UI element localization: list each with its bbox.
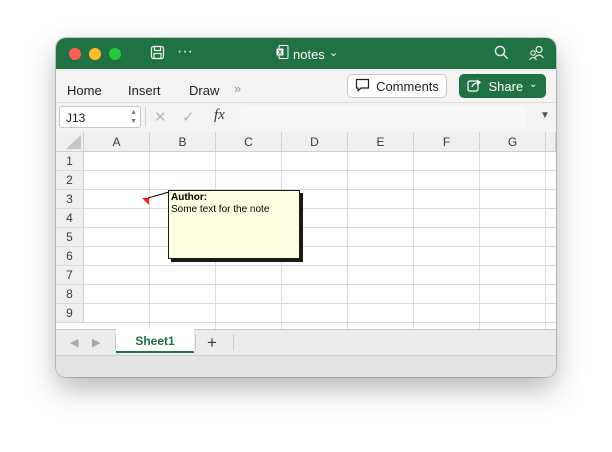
comments-button-label: Comments [376, 78, 439, 94]
status-bar [56, 355, 556, 377]
formula-input[interactable] [240, 106, 526, 128]
sheet-tab-sheet1[interactable]: Sheet1 [116, 329, 194, 353]
comments-button[interactable]: Comments [347, 74, 447, 98]
save-icon[interactable] [150, 45, 165, 63]
note-popup[interactable]: Author: Some text for the note [168, 190, 300, 259]
more-tabs-chevron-icon[interactable]: » [234, 81, 241, 96]
more-icon[interactable]: ··· [177, 44, 193, 60]
spreadsheet-grid[interactable]: ABCDEFG123456789 Author: Some text for t… [56, 132, 556, 329]
note-connector-line [147, 191, 170, 199]
add-sheet-icon[interactable]: + [207, 333, 217, 353]
tab-home[interactable]: Home [67, 83, 102, 98]
name-box-stepper-icon[interactable]: ▲ ▼ [130, 108, 137, 126]
excel-file-icon: X [276, 44, 289, 64]
title-bar: ··· X notes ⌄ [56, 38, 556, 69]
comment-icon [355, 78, 370, 95]
zoom-window-button[interactable] [109, 48, 121, 60]
chevron-down-icon: ⌄ [529, 78, 538, 90]
checkmark-icon[interactable]: ✓ [182, 108, 195, 126]
divider [145, 107, 146, 127]
note-author: Author: [171, 192, 208, 203]
share-icon [467, 78, 482, 95]
document-title[interactable]: X notes ⌄ [276, 44, 339, 64]
previous-sheet-icon[interactable]: ◀ [70, 336, 78, 349]
search-icon[interactable] [494, 45, 509, 63]
share-button[interactable]: Share ⌄ [459, 74, 546, 98]
tab-draw[interactable]: Draw [189, 83, 219, 98]
divider [233, 334, 234, 351]
name-box-value: J13 [66, 111, 86, 125]
name-box[interactable]: J13 ▲ ▼ [59, 106, 141, 128]
divider [195, 334, 196, 351]
note-text: Some text for the note [171, 204, 270, 215]
people-icon[interactable] [528, 45, 545, 64]
tab-insert[interactable]: Insert [128, 83, 161, 98]
excel-window: ··· X notes ⌄ Home Insert Draw » Comment… [56, 38, 556, 377]
cancel-icon[interactable]: ✕ [154, 108, 167, 126]
function-icon[interactable]: fx [214, 107, 225, 124]
svg-text:X: X [278, 50, 282, 56]
minimize-window-button[interactable] [89, 48, 101, 60]
chevron-down-icon: ⌄ [328, 46, 339, 59]
document-title-text: notes [293, 46, 325, 62]
formula-bar: J13 ▲ ▼ ✕ ✓ fx ▼ [56, 102, 556, 133]
next-sheet-icon[interactable]: ▶ [92, 336, 100, 349]
sheet-tab-bar: ◀ ▶ Sheet1 + [56, 329, 556, 356]
share-button-label: Share [488, 78, 524, 94]
close-window-button[interactable] [69, 48, 81, 60]
expand-formula-chevron-icon[interactable]: ▼ [540, 110, 550, 121]
